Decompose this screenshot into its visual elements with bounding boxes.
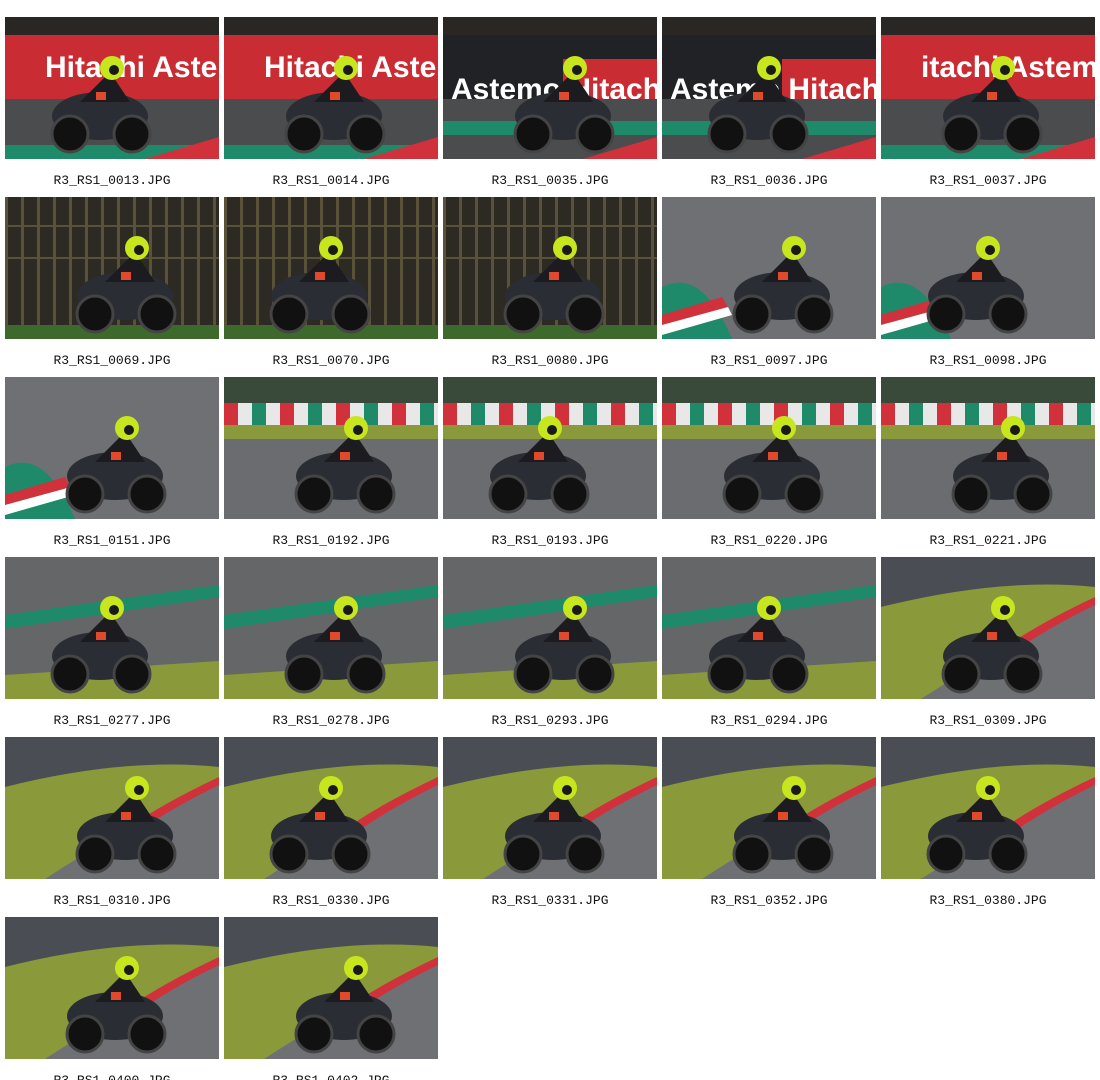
thumbnail-image[interactable] [881,377,1095,519]
thumbnail-image[interactable] [443,737,657,879]
thumbnail-image[interactable] [443,557,657,699]
thumbnail-image[interactable] [662,737,876,879]
thumbnail-item[interactable]: Hitachi Astemo R3_RS1_0014.JPG [224,17,438,193]
thumbnail-item[interactable]: R3_RS1_0220.JPG [662,377,876,553]
thumbnail-image[interactable]: Astemo Hitachi [662,17,876,159]
thumbnail-item[interactable]: R3_RS1_0402.JPG [224,917,438,1080]
thumbnail-item[interactable]: R3_RS1_0069.JPG [5,197,219,373]
thumbnail-image[interactable]: Hitachi Astemo [224,17,438,159]
thumbnail-image[interactable] [224,377,438,519]
thumbnail-filename[interactable]: R3_RS1_0098.JPG [881,353,1095,369]
thumbnail-filename[interactable]: R3_RS1_0070.JPG [224,353,438,369]
thumbnail-item[interactable]: itachi Astemo R3_RS1_0037.JPG [881,17,1095,193]
thumbnail-filename[interactable]: R3_RS1_0014.JPG [224,173,438,189]
thumbnail-filename[interactable]: R3_RS1_0277.JPG [5,713,219,729]
thumbnail-item[interactable]: R3_RS1_0080.JPG [443,197,657,373]
thumbnail-filename[interactable]: R3_RS1_0310.JPG [5,893,219,909]
thumbnail-filename[interactable]: R3_RS1_0278.JPG [224,713,438,729]
thumbnail-filename[interactable]: R3_RS1_0013.JPG [5,173,219,189]
thumbnail-image[interactable]: Astemo Hitachi [443,17,657,159]
thumbnail-filename[interactable]: R3_RS1_0080.JPG [443,353,657,369]
thumbnail-image[interactable] [224,557,438,699]
thumbnail-item[interactable]: R3_RS1_0352.JPG [662,737,876,913]
thumbnail-item[interactable]: R3_RS1_0309.JPG [881,557,1095,733]
thumbnail-image[interactable] [224,197,438,339]
thumbnail-filename[interactable]: R3_RS1_0330.JPG [224,893,438,909]
thumbnail-filename[interactable]: R3_RS1_0036.JPG [662,173,876,189]
thumbnail-item[interactable]: R3_RS1_0310.JPG [5,737,219,913]
thumbnail-item[interactable]: R3_RS1_0070.JPG [224,197,438,373]
thumbnail-item[interactable]: R3_RS1_0278.JPG [224,557,438,733]
thumbnail-filename[interactable]: R3_RS1_0035.JPG [443,173,657,189]
thumbnail-image[interactable] [224,737,438,879]
thumbnail-filename[interactable]: R3_RS1_0220.JPG [662,533,876,549]
thumbnail-item[interactable]: R3_RS1_0192.JPG [224,377,438,553]
thumbnail-filename[interactable]: R3_RS1_0294.JPG [662,713,876,729]
thumbnail-item[interactable]: R3_RS1_0098.JPG [881,197,1095,373]
thumbnail-item[interactable]: R3_RS1_0151.JPG [5,377,219,553]
thumbnail-image[interactable]: Hitachi Astemo [5,17,219,159]
thumbnail-image[interactable]: itachi Astemo [881,17,1095,159]
thumbnail-item[interactable]: Astemo Hitachi R3_RS1_0035.JPG [443,17,657,193]
thumbnail-item[interactable]: R3_RS1_0277.JPG [5,557,219,733]
thumbnail-filename[interactable]: R3_RS1_0069.JPG [5,353,219,369]
thumbnail-item[interactable]: R3_RS1_0221.JPG [881,377,1095,553]
thumbnail-item[interactable]: R3_RS1_0193.JPG [443,377,657,553]
thumbnail-item[interactable]: R3_RS1_0380.JPG [881,737,1095,913]
thumbnail-filename[interactable]: R3_RS1_0352.JPG [662,893,876,909]
thumbnail-item[interactable]: R3_RS1_0330.JPG [224,737,438,913]
thumbnail-image[interactable] [5,197,219,339]
thumbnail-image[interactable] [881,557,1095,699]
thumbnail-image[interactable] [5,377,219,519]
thumbnail-item[interactable]: R3_RS1_0097.JPG [662,197,876,373]
thumbnail-gallery: Hitachi AstemoR3_RS1_0013.JPGHitachi Ast… [0,0,1100,1080]
thumbnail-filename[interactable]: R3_RS1_0151.JPG [5,533,219,549]
thumbnail-item[interactable]: R3_RS1_0400.JPG [5,917,219,1080]
thumbnail-filename[interactable]: R3_RS1_0221.JPG [881,533,1095,549]
thumbnail-filename[interactable]: R3_RS1_0193.JPG [443,533,657,549]
thumbnail-item[interactable]: Hitachi Astemo R3_RS1_0013.JPG [5,17,219,193]
thumbnail-image[interactable] [443,377,657,519]
thumbnail-item[interactable]: R3_RS1_0331.JPG [443,737,657,913]
thumbnail-filename[interactable]: R3_RS1_0097.JPG [662,353,876,369]
thumbnail-filename[interactable]: R3_RS1_0037.JPG [881,173,1095,189]
thumbnail-image[interactable] [662,557,876,699]
thumbnail-image[interactable] [881,197,1095,339]
thumbnail-image[interactable] [224,917,438,1059]
thumbnail-item[interactable]: R3_RS1_0293.JPG [443,557,657,733]
thumbnail-filename[interactable]: R3_RS1_0293.JPG [443,713,657,729]
thumbnail-item[interactable]: R3_RS1_0294.JPG [662,557,876,733]
thumbnail-filename[interactable]: R3_RS1_0192.JPG [224,533,438,549]
thumbnail-filename[interactable]: R3_RS1_0402.JPG [224,1073,438,1080]
thumbnail-image[interactable] [5,737,219,879]
thumbnail-filename[interactable]: R3_RS1_0309.JPG [881,713,1095,729]
svg-text:Hitachi Astemo: Hitachi Astemo [45,51,219,84]
thumbnail-image[interactable] [662,377,876,519]
thumbnail-image[interactable] [881,737,1095,879]
thumbnail-image[interactable] [5,917,219,1059]
thumbnail-image[interactable] [443,197,657,339]
thumbnail-item[interactable]: Astemo Hitachi R3_RS1_0036.JPG [662,17,876,193]
thumbnail-image[interactable] [5,557,219,699]
thumbnail-filename[interactable]: R3_RS1_0400.JPG [5,1073,219,1080]
thumbnail-filename[interactable]: R3_RS1_0331.JPG [443,893,657,909]
thumbnail-image[interactable] [662,197,876,339]
thumbnail-filename[interactable]: R3_RS1_0380.JPG [881,893,1095,909]
